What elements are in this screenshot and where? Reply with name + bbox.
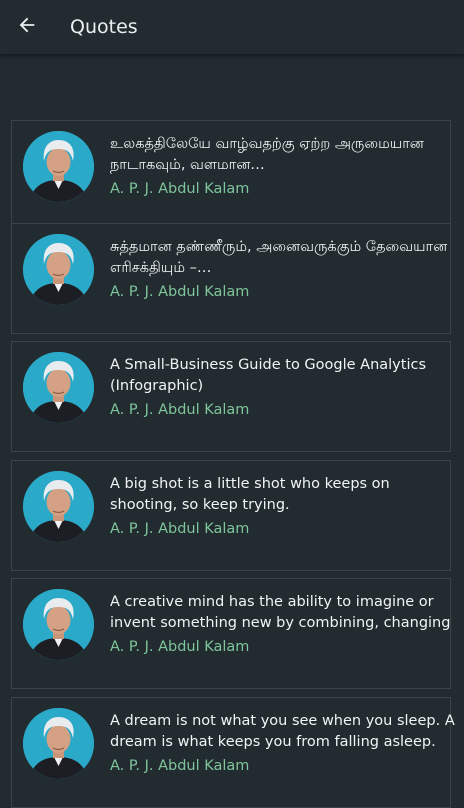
avatar [23, 131, 94, 202]
quote-text: A Small-Business Guide to Google Analyti… [110, 357, 427, 394]
avatar [23, 471, 94, 542]
quote-author: A. P. J. Abdul Kalam [110, 758, 250, 774]
list-item[interactable]: A big shot is a little shot who keeps on… [11, 460, 451, 571]
quote-text: A big shot is a little shot who keeps on… [110, 476, 390, 513]
back-button[interactable] [8, 8, 46, 46]
list-item[interactable]: A dream is not what you see when you sle… [11, 697, 455, 808]
quote-text: சுத்தமான தண்ணீரும், அனைவருக்கும் தேவையான… [110, 239, 448, 276]
quote-text: A creative mind has the ability to imagi… [110, 594, 451, 631]
quote-author: A. P. J. Abdul Kalam [110, 639, 250, 655]
page-title: Quotes [70, 16, 138, 38]
app-bar: Quotes [0, 0, 464, 54]
avatar [23, 234, 94, 305]
list-item[interactable]: உலகத்திலேயே வாழ்வதற்கு ஏற்ற அருமையான நாட… [11, 120, 451, 231]
list-item[interactable]: A creative mind has the ability to imagi… [11, 578, 451, 689]
list-item[interactable]: A Small-Business Guide to Google Analyti… [11, 341, 451, 452]
quote-author: A. P. J. Abdul Kalam [110, 402, 250, 418]
quote-author: A. P. J. Abdul Kalam [110, 521, 250, 537]
quote-text: A dream is not what you see when you sle… [110, 713, 455, 750]
avatar [23, 589, 94, 660]
quote-author: A. P. J. Abdul Kalam [110, 284, 250, 300]
list-item[interactable]: சுத்தமான தண்ணீரும், அனைவருக்கும் தேவையான… [11, 223, 451, 334]
avatar [23, 708, 94, 779]
arrow-left-icon [16, 14, 38, 40]
quote-text: உலகத்திலேயே வாழ்வதற்கு ஏற்ற அருமையான நாட… [110, 136, 424, 173]
avatar [23, 352, 94, 423]
quote-author: A. P. J. Abdul Kalam [110, 181, 250, 197]
